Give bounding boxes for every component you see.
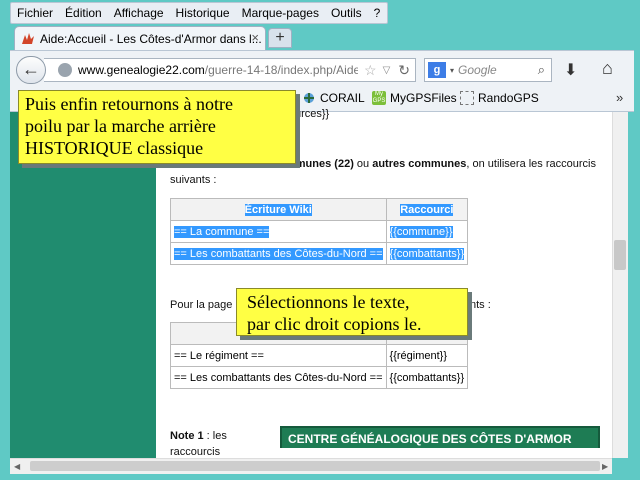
cg-banner: CENTRE GÉNÉALOGIQUE DES CÔTES D'ARMOR bbox=[280, 426, 600, 448]
table-cell: == Les combattants des Côtes-du-Nord == bbox=[170, 366, 387, 389]
table-header-row: Écriture Wiki Raccourci bbox=[170, 198, 469, 221]
vertical-scrollbar[interactable] bbox=[612, 112, 628, 458]
browser-tab[interactable]: Aide:Accueil - Les Côtes-d'Armor dans l.… bbox=[14, 26, 266, 50]
table-row: == Les combattants des Côtes-du-Nord == … bbox=[170, 366, 469, 389]
table-cell[interactable]: {{commune}} bbox=[385, 220, 469, 243]
bookmark-star-icon[interactable]: ☆ bbox=[364, 62, 377, 79]
url-path: /guerre-14-18/index.php/Aide bbox=[204, 63, 358, 77]
url-dropdown-icon[interactable]: ▽ bbox=[383, 65, 391, 76]
scroll-left-icon[interactable]: ◀ bbox=[14, 462, 20, 471]
table-cell[interactable]: == Les combattants des Côtes-du-Nord == bbox=[170, 242, 387, 265]
bookmark-corail[interactable]: CORAIL bbox=[302, 91, 365, 105]
download-icon[interactable]: ⬇ bbox=[564, 60, 577, 80]
callout-line: poilu par la marche arrière bbox=[25, 116, 216, 136]
callout-line: Puis enfin retournons à notre bbox=[25, 94, 233, 114]
globe-icon bbox=[58, 63, 72, 77]
menu-outils[interactable]: Outils bbox=[331, 6, 362, 20]
menu-edition[interactable]: Édition bbox=[65, 6, 102, 20]
menu-help[interactable]: ? bbox=[374, 6, 381, 20]
vertical-scroll-thumb[interactable] bbox=[614, 240, 626, 270]
folder-icon bbox=[460, 91, 474, 105]
menu-historique[interactable]: Historique bbox=[176, 6, 230, 20]
menu-fichier[interactable]: Fichier bbox=[17, 6, 53, 20]
url-text[interactable]: www.genealogie22.com/guerre-14-18/index.… bbox=[78, 63, 358, 77]
menu-bar: Fichier Édition Affichage Historique Mar… bbox=[10, 2, 388, 24]
back-button[interactable]: ← bbox=[16, 56, 46, 84]
callout-line: Sélectionnons le texte, bbox=[247, 292, 410, 312]
intro-bold-1: mmunes (22) bbox=[286, 158, 354, 170]
intro-rest: , on utilisera les raccourcis bbox=[466, 158, 596, 170]
table-row: == Le régiment == {{régiment}} bbox=[170, 344, 469, 367]
corail-icon bbox=[302, 91, 316, 105]
tab-title: Aide:Accueil - Les Côtes-d'Armor dans l.… bbox=[40, 31, 262, 46]
google-icon[interactable]: g bbox=[428, 62, 446, 78]
table-cell[interactable]: {{combattants}} bbox=[385, 242, 469, 265]
tab-close-icon[interactable]: × bbox=[251, 30, 259, 45]
menu-marque-pages[interactable]: Marque-pages bbox=[242, 6, 319, 20]
mygps-icon: My GPS bbox=[372, 91, 386, 105]
table-cell: {{régiment}} bbox=[385, 344, 469, 367]
bookmark-label: MyGPSFiles bbox=[390, 91, 457, 105]
intro-line-2: suivants : bbox=[170, 174, 217, 186]
bookmarks-overflow-icon[interactable]: » bbox=[616, 90, 623, 105]
scroll-right-icon[interactable]: ▶ bbox=[602, 462, 608, 471]
home-icon[interactable]: ⌂ bbox=[602, 58, 613, 79]
callout-history: Puis enfin retournons à notre poilu par … bbox=[18, 90, 296, 164]
search-dropdown-icon[interactable]: ▾ bbox=[450, 66, 454, 75]
table-cell: {{combattants}} bbox=[385, 366, 469, 389]
table-header-cell: Raccourci bbox=[385, 198, 469, 221]
bookmark-randogps[interactable]: RandoGPS bbox=[460, 91, 539, 105]
search-bar[interactable]: g ▾ Google ⌕ bbox=[424, 58, 552, 82]
table-cell: == Le régiment == bbox=[170, 344, 387, 367]
note-bold: Note 1 bbox=[170, 430, 204, 442]
callout-line: HISTORIQUE classique bbox=[25, 138, 204, 158]
horizontal-scroll-thumb[interactable] bbox=[30, 461, 600, 471]
pour-la-page-rest: nts : bbox=[470, 299, 491, 311]
note-text: Note 1 : les bbox=[170, 428, 227, 444]
bookmark-label: CORAIL bbox=[320, 91, 365, 105]
intro-mid: ou bbox=[353, 158, 373, 170]
bookmark-mygpsfiles[interactable]: My GPS MyGPSFiles bbox=[372, 91, 457, 105]
table-row: == La commune == {{commune}} bbox=[170, 220, 469, 243]
url-domain: www.genealogie22.com bbox=[78, 63, 205, 77]
intro-text: mmunes (22) ou autres communes, on utili… bbox=[286, 156, 596, 172]
callout-line: par clic droit copions le. bbox=[247, 314, 422, 334]
table-row: == Les combattants des Côtes-du-Nord == … bbox=[170, 242, 469, 265]
tab-favicon-icon bbox=[21, 32, 35, 46]
search-icon[interactable]: ⌕ bbox=[538, 62, 545, 78]
note-rest: : les bbox=[203, 430, 227, 442]
table-header-cell: Écriture Wiki bbox=[170, 198, 387, 221]
new-tab-button[interactable]: + bbox=[268, 28, 292, 48]
reload-icon[interactable]: ↻ bbox=[398, 62, 410, 79]
url-bar[interactable]: www.genealogie22.com/guerre-14-18/index.… bbox=[44, 58, 416, 82]
shortcut-table-1: Écriture Wiki Raccourci == La commune ==… bbox=[170, 198, 469, 265]
bookmark-label: RandoGPS bbox=[478, 91, 539, 105]
callout-select-copy: Sélectionnons le texte, par clic droit c… bbox=[236, 288, 468, 336]
search-placeholder: Google bbox=[458, 63, 497, 77]
intro-bold-2: autres communes bbox=[372, 158, 467, 170]
table-cell[interactable]: == La commune == bbox=[170, 220, 387, 243]
pour-la-page-text: Pour la page bbox=[170, 299, 233, 311]
menu-affichage[interactable]: Affichage bbox=[114, 6, 164, 20]
